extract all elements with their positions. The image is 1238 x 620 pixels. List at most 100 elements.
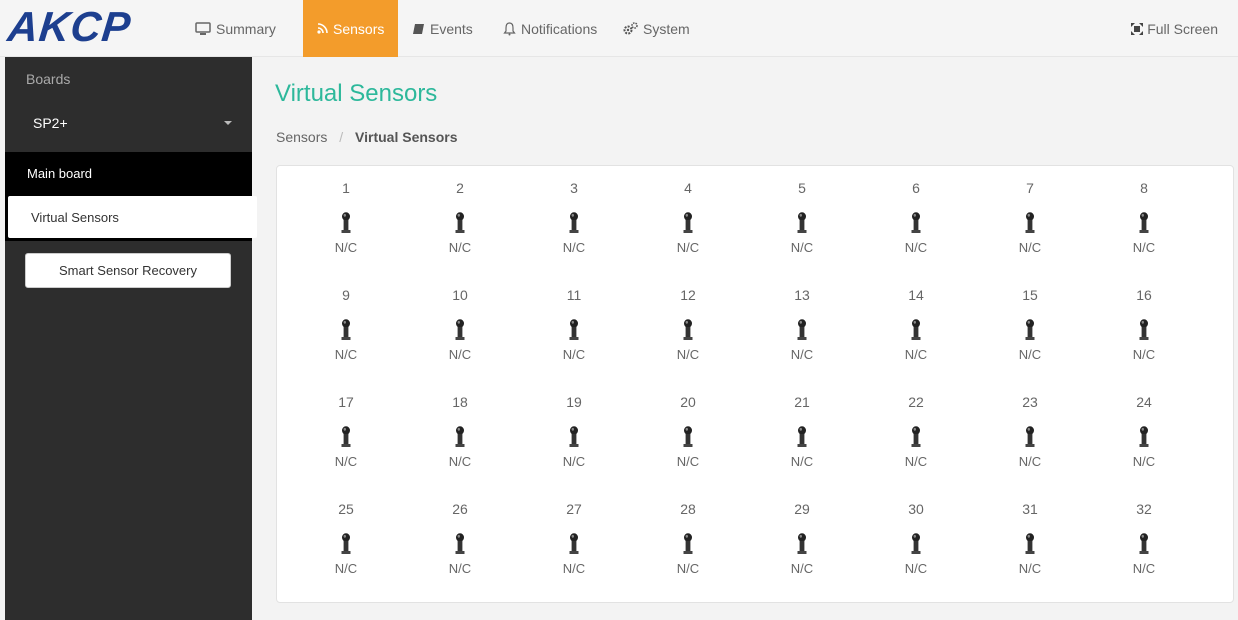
sensor-status: N/C (562, 561, 586, 576)
sensor-status: N/C (790, 240, 814, 255)
sensor-probe-icon (567, 533, 581, 555)
sensor-number: 24 (1136, 394, 1152, 410)
sensor-status: N/C (1018, 561, 1042, 576)
sensor-tile[interactable]: 26 N/C (403, 499, 517, 606)
sensor-probe-icon (567, 319, 581, 341)
sensor-tile[interactable]: 2 N/C (403, 178, 517, 285)
sensor-tile[interactable]: 8 N/C (1087, 178, 1201, 285)
sensor-tile[interactable]: 21 N/C (745, 392, 859, 499)
sensor-tile[interactable]: 20 N/C (631, 392, 745, 499)
sensor-tile[interactable]: 18 N/C (403, 392, 517, 499)
sensor-probe-icon (453, 319, 467, 341)
sensor-probe-icon (681, 426, 695, 448)
sensor-tile[interactable]: 13 N/C (745, 285, 859, 392)
sensor-probe-icon (681, 319, 695, 341)
sensor-number: 25 (338, 501, 354, 517)
sensor-probe-icon (339, 212, 353, 234)
sensor-tile[interactable]: 10 N/C (403, 285, 517, 392)
sensor-tile[interactable]: 12 N/C (631, 285, 745, 392)
sidebar-item-label: Virtual Sensors (31, 209, 119, 225)
sensor-number: 19 (566, 394, 582, 410)
nav-events[interactable]: Events (398, 0, 493, 57)
nav-system[interactable]: System (613, 0, 703, 57)
sensor-probe-icon (795, 319, 809, 341)
sensor-tile[interactable]: 6 N/C (859, 178, 973, 285)
sensor-number: 7 (1026, 180, 1034, 196)
sensor-status: N/C (1132, 561, 1156, 576)
sensor-tile[interactable]: 3 N/C (517, 178, 631, 285)
monitor-icon (195, 21, 211, 36)
sensor-tile[interactable]: 17 N/C (289, 392, 403, 499)
sensor-tile[interactable]: 16 N/C (1087, 285, 1201, 392)
sensor-status: N/C (904, 240, 928, 255)
sensor-tile[interactable]: 19 N/C (517, 392, 631, 499)
board-select[interactable]: SP2+ (5, 101, 252, 145)
cogs-icon (623, 22, 638, 35)
breadcrumb-sensors[interactable]: Sensors (276, 129, 327, 145)
sensor-tile[interactable]: 24 N/C (1087, 392, 1201, 499)
sensor-probe-icon (681, 533, 695, 555)
sensor-tile[interactable]: 27 N/C (517, 499, 631, 606)
nav-sensors[interactable]: Sensors (303, 0, 398, 57)
sensor-tile[interactable]: 7 N/C (973, 178, 1087, 285)
sensor-status: N/C (1018, 240, 1042, 255)
sensor-status: N/C (676, 454, 700, 469)
breadcrumb: Sensors / Virtual Sensors (276, 129, 457, 145)
sensor-tile[interactable]: 15 N/C (973, 285, 1087, 392)
sensor-tile[interactable]: 31 N/C (973, 499, 1087, 606)
sensor-probe-icon (1137, 426, 1151, 448)
sensor-tile[interactable]: 11 N/C (517, 285, 631, 392)
rss-icon (317, 23, 328, 34)
sensor-probe-icon (453, 426, 467, 448)
sensor-number: 14 (908, 287, 924, 303)
sensor-tile[interactable]: 30 N/C (859, 499, 973, 606)
sensor-status: N/C (448, 347, 472, 362)
breadcrumb-current: Virtual Sensors (355, 129, 458, 145)
sidebar-item-main-board[interactable]: Main board (5, 152, 252, 194)
nav-summary[interactable]: Summary (185, 0, 303, 57)
sensor-tile[interactable]: 14 N/C (859, 285, 973, 392)
sensor-status: N/C (1132, 347, 1156, 362)
sensor-tile[interactable]: 25 N/C (289, 499, 403, 606)
sensor-grid: 1 N/C 2 N/C 3 N/C 4 N/C 5 N/C 6 N/C 7 N/… (289, 178, 1201, 606)
sensor-status: N/C (334, 240, 358, 255)
sensor-tile[interactable]: 4 N/C (631, 178, 745, 285)
sensor-tile[interactable]: 1 N/C (289, 178, 403, 285)
sensor-status: N/C (562, 347, 586, 362)
sensor-tile[interactable]: 9 N/C (289, 285, 403, 392)
sensor-probe-icon (1023, 533, 1037, 555)
nav-notifications[interactable]: Notifications (493, 0, 613, 57)
virtual-sensors-panel: 1 N/C 2 N/C 3 N/C 4 N/C 5 N/C 6 N/C 7 N/… (276, 165, 1234, 603)
sensor-probe-icon (795, 212, 809, 234)
sensor-status: N/C (904, 347, 928, 362)
sensor-status: N/C (334, 347, 358, 362)
sensor-tile[interactable]: 28 N/C (631, 499, 745, 606)
sensor-status: N/C (904, 454, 928, 469)
smart-sensor-recovery-button[interactable]: Smart Sensor Recovery (25, 253, 231, 288)
sensor-tile[interactable]: 23 N/C (973, 392, 1087, 499)
sensor-number: 27 (566, 501, 582, 517)
sensor-number: 29 (794, 501, 810, 517)
sensor-tile[interactable]: 32 N/C (1087, 499, 1201, 606)
sensor-number: 11 (566, 287, 582, 303)
sensor-number: 9 (342, 287, 350, 303)
sensor-status: N/C (1018, 347, 1042, 362)
fullscreen-button[interactable]: Full Screen (1131, 0, 1218, 57)
sensor-number: 5 (798, 180, 806, 196)
sidebar-item-virtual-sensors[interactable]: Virtual Sensors (8, 196, 257, 238)
sensor-probe-icon (453, 212, 467, 234)
sensor-tile[interactable]: 22 N/C (859, 392, 973, 499)
sensor-number: 4 (684, 180, 692, 196)
sensor-number: 17 (338, 394, 354, 410)
caret-down-icon (224, 121, 232, 125)
sensor-tile[interactable]: 29 N/C (745, 499, 859, 606)
akcp-logo[interactable]: AKCP (6, 3, 168, 50)
sensor-status: N/C (448, 240, 472, 255)
sensor-status: N/C (904, 561, 928, 576)
sensor-tile[interactable]: 5 N/C (745, 178, 859, 285)
sensor-number: 31 (1022, 501, 1038, 517)
sensor-probe-icon (909, 319, 923, 341)
sensor-number: 20 (680, 394, 696, 410)
sensor-number: 15 (1022, 287, 1038, 303)
nav-notifications-label: Notifications (521, 20, 598, 37)
